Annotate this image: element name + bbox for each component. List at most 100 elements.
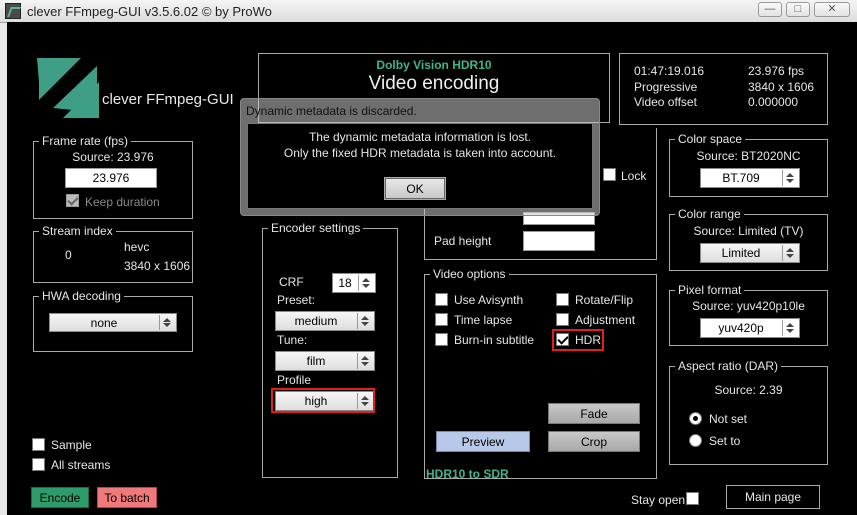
preset-select[interactable]: medium <box>275 311 375 331</box>
set-to-radio[interactable] <box>689 434 702 447</box>
pad-height-input[interactable] <box>523 231 595 251</box>
spin-arrows-icon <box>782 245 798 261</box>
maximize-button[interactable]: □ <box>786 2 810 17</box>
video-options-title: Video options <box>430 267 509 281</box>
to-batch-button[interactable]: To batch <box>97 487 157 508</box>
crop-button[interactable]: Crop <box>548 431 640 452</box>
time-lapse-label: Time lapse <box>454 313 513 327</box>
page-title: Video encoding <box>368 73 500 94</box>
spin-arrows-icon <box>782 320 798 336</box>
main-page-button[interactable]: Main page <box>726 485 820 509</box>
spin-arrows-icon <box>358 275 374 291</box>
main-window: clever FFmpeg-GUI Dolby Vision HDR10 Vid… <box>7 22 857 515</box>
aspect-ratio-title: Aspect ratio (DAR) <box>675 359 782 373</box>
close-button[interactable]: ✕ <box>814 2 850 17</box>
pixel-format-title: Pixel format <box>675 283 745 297</box>
lock-checkbox[interactable] <box>603 168 616 181</box>
stream-resolution: 3840 x 1606 <box>124 259 191 273</box>
fps-text: 23.976 fps <box>748 64 805 78</box>
keep-duration-label: Keep duration <box>85 195 160 209</box>
profile-highlight <box>271 388 375 413</box>
rotate-flip-label: Rotate/Flip <box>575 293 634 307</box>
dialog-message-line1: The dynamic metadata information is lost… <box>308 130 532 144</box>
profile-label: Profile <box>277 373 312 387</box>
dialog-message-line2: Only the fixed HDR metadata is taken int… <box>283 146 557 160</box>
rotate-flip-checkbox[interactable] <box>556 293 569 306</box>
stay-open-checkbox[interactable] <box>686 492 699 505</box>
keep-duration-checkbox[interactable] <box>66 194 79 207</box>
crf-spinner[interactable]: 18 <box>332 273 376 293</box>
adjustment-label: Adjustment <box>575 313 636 327</box>
main-page-button-label: Main page <box>744 490 802 504</box>
set-to-label: Set to <box>709 434 741 448</box>
color-range-value: Limited <box>721 246 761 260</box>
pixel-format-select[interactable]: yuv420p <box>700 318 800 338</box>
video-offset-value: 0.000000 <box>748 95 799 109</box>
minimize-button[interactable]: — <box>758 2 782 17</box>
not-set-radio[interactable] <box>689 412 702 425</box>
duration-text: 01:47:19.016 <box>634 64 705 78</box>
pixel-format-source: Source: yuv420p10le <box>692 299 805 313</box>
to-batch-button-label: To batch <box>104 490 150 505</box>
preset-value: medium <box>294 314 338 328</box>
app-logo <box>37 58 99 118</box>
resolution-text: 3840 x 1606 <box>748 80 815 94</box>
hwa-decoding-select[interactable]: none <box>49 313 177 332</box>
stream-index-value: 0 <box>65 248 72 262</box>
scan-text: Progressive <box>634 80 698 94</box>
sample-checkbox[interactable] <box>32 438 45 451</box>
crf-label: CRF <box>279 275 304 289</box>
preset-label: Preset: <box>277 293 316 307</box>
spin-arrows-icon <box>782 170 798 186</box>
color-space-value: BT.709 <box>722 171 760 185</box>
color-range-title: Color range <box>675 207 744 221</box>
ok-button-label: OK <box>406 181 424 196</box>
encoder-settings-title: Encoder settings <box>268 221 364 235</box>
ok-button[interactable]: OK <box>384 177 446 200</box>
tune-select[interactable]: film <box>275 351 375 371</box>
frame-rate-input[interactable]: 23.976 <box>65 168 157 188</box>
encode-button-label: Encode <box>39 490 81 505</box>
hwa-decoding-value: none <box>90 315 118 330</box>
fade-button-label: Fade <box>580 406 608 421</box>
burn-in-subtitle-checkbox[interactable] <box>435 333 448 346</box>
not-set-label: Not set <box>709 412 748 426</box>
color-space-source: Source: BT2020NC <box>696 149 801 163</box>
all-streams-checkbox[interactable] <box>32 458 45 471</box>
stream-index-group: Stream index <box>33 224 193 283</box>
tune-label: Tune: <box>277 333 308 347</box>
stream-codec: hevc <box>124 240 150 254</box>
frame-rate-title: Frame rate (fps) <box>39 134 132 148</box>
lock-label: Lock <box>621 169 647 183</box>
time-lapse-checkbox[interactable] <box>435 313 448 326</box>
color-space-select[interactable]: BT.709 <box>700 168 800 188</box>
stream-index-title: Stream index <box>39 224 116 238</box>
encode-button[interactable]: Encode <box>31 487 89 508</box>
pixel-format-value: yuv420p <box>718 321 764 335</box>
hdr-highlight <box>552 329 604 351</box>
use-avisynth-label: Use Avisynth <box>454 293 524 307</box>
color-range-select[interactable]: Limited <box>700 243 800 263</box>
sample-label: Sample <box>51 438 92 452</box>
format-label: Dolby Vision HDR10 <box>376 58 492 72</box>
preview-button-label: Preview <box>461 434 505 449</box>
spin-arrows-icon <box>159 315 175 330</box>
app-icon <box>5 3 21 19</box>
spin-arrows-icon <box>357 353 373 369</box>
frame-rate-source: Source: 23.976 <box>72 150 154 164</box>
aspect-ratio-source: Source: 2.39 <box>714 383 783 397</box>
color-space-title: Color space <box>675 132 746 146</box>
logo-text: clever FFmpeg-GUI <box>102 91 234 108</box>
hdr-conversion-note: HDR10 to SDR <box>426 467 509 481</box>
dialog-title: Dynamic metadata is discarded. <box>246 104 417 118</box>
video-offset-label: Video offset <box>634 95 697 109</box>
all-streams-label: All streams <box>51 458 111 472</box>
spin-arrows-icon <box>357 313 373 329</box>
crop-button-label: Crop <box>580 434 607 449</box>
use-avisynth-checkbox[interactable] <box>435 293 448 306</box>
hwa-decoding-title: HWA decoding <box>39 289 124 303</box>
color-range-source: Source: Limited (TV) <box>693 224 804 238</box>
fade-button[interactable]: Fade <box>548 403 640 424</box>
adjustment-checkbox[interactable] <box>556 313 569 326</box>
preview-button[interactable]: Preview <box>436 431 530 452</box>
